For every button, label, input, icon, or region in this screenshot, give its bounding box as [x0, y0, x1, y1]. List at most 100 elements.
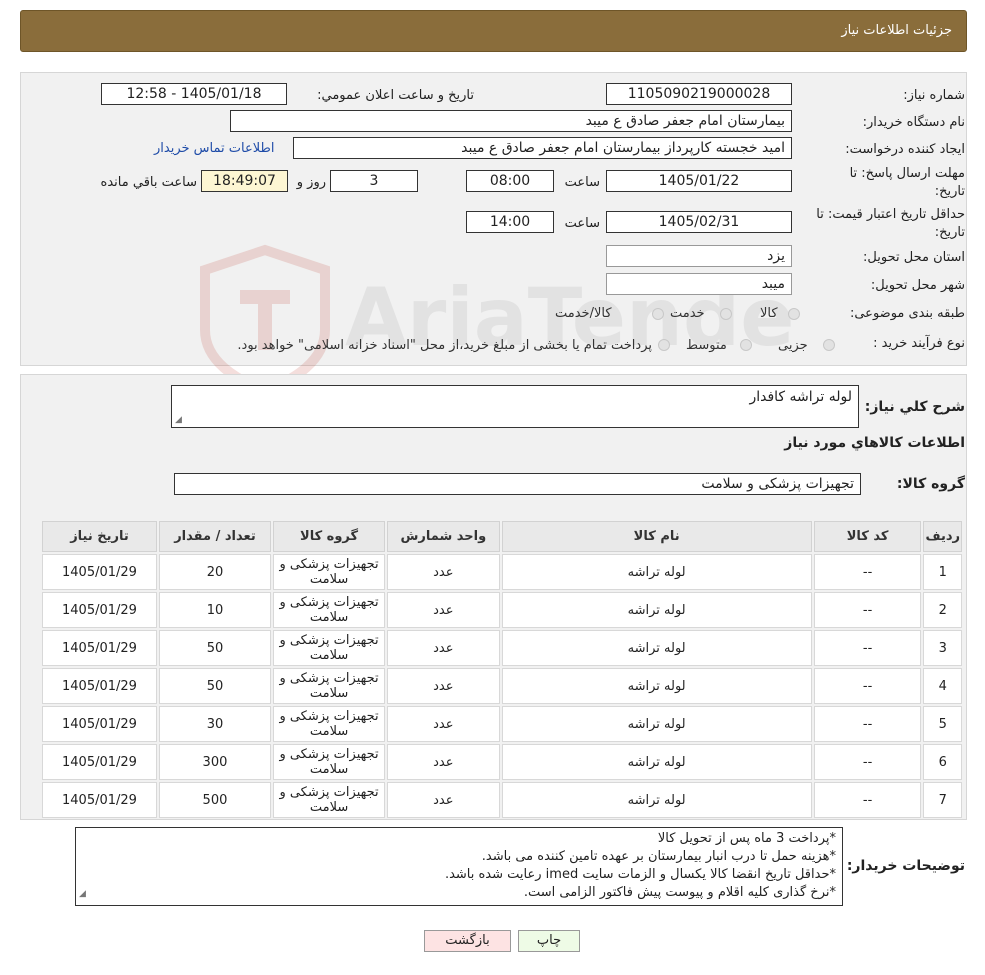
category-radio-service[interactable]: [720, 308, 732, 320]
cell-n: 1: [923, 554, 962, 590]
table-row: 7 -- لوله تراشه عدد تجهیزات پزشکی و سلامت 500…: [42, 782, 962, 818]
cell-group: تجهیزات پزشکی و سلامت: [272, 744, 386, 780]
validity-time-label: ساعت: [564, 216, 600, 231]
table-row: 6 -- لوله تراشه عدد تجهیزات پزشکی و سلامت 300…: [42, 744, 962, 780]
note-line: *نرخ گذاری کلیه اقلام و پیوست پیش فاکتور…: [523, 885, 836, 900]
cell-name: لوله تراشه: [501, 554, 812, 590]
resize-grip-icon[interactable]: ◢: [79, 885, 86, 903]
print-button[interactable]: چاپ: [518, 930, 580, 952]
cell-unit: عدد: [387, 554, 500, 590]
deadline-time-label: ساعت: [564, 175, 600, 190]
goods-info-title: اطلاعات کالاهاي مورد نياز: [784, 435, 965, 451]
cell-group: تجهیزات پزشکی و سلامت: [272, 592, 386, 628]
city-field: میبد: [606, 273, 792, 295]
category-radio-goods[interactable]: [788, 308, 800, 320]
cell-unit: عدد: [387, 744, 500, 780]
cell-code: --: [813, 668, 922, 704]
cell-qty: 30: [158, 706, 271, 742]
purchase-radio-medium[interactable]: [740, 339, 752, 351]
cell-date: 1405/01/29: [42, 592, 157, 628]
cell-n: 5: [923, 706, 962, 742]
buyer-org-field: بیمارستان امام جعفر صادق ع میبد: [230, 110, 792, 132]
items-table: رديف کد کالا نام کالا واحد شمارش گروه کا…: [40, 519, 964, 820]
note-line: *حداقل تاریخ انقضا کالا یکسال و الزمات س…: [444, 867, 836, 882]
cell-name: لوله تراشه: [501, 592, 812, 628]
cell-n: 3: [923, 630, 962, 666]
deadline-time-field: 08:00: [466, 170, 554, 192]
cell-name: لوله تراشه: [501, 706, 812, 742]
cell-code: --: [813, 782, 922, 818]
buyer-notes-label: توضيحات خريدار:: [846, 858, 965, 874]
table-header-row: رديف کد کالا نام کالا واحد شمارش گروه کا…: [42, 521, 962, 552]
cell-qty: 50: [158, 668, 271, 704]
summary-text: لوله تراشه کافدار: [749, 389, 852, 405]
validity-label-date: تاريخ:: [934, 225, 965, 240]
cell-unit: عدد: [387, 592, 500, 628]
validity-time-field: 14:00: [466, 211, 554, 233]
creator-field: امید خجسته کارپرداز بیمارستان امام جعفر …: [293, 137, 792, 159]
cell-date: 1405/01/29: [42, 706, 157, 742]
table-row: 1 -- لوله تراشه عدد تجهیزات پزشکی و سلامت 20 1…: [42, 554, 962, 590]
cell-group: تجهیزات پزشکی و سلامت: [272, 706, 386, 742]
buyer-org-label: نام دستگاه خريدار:: [862, 115, 965, 130]
back-button[interactable]: بازگشت: [424, 930, 511, 952]
purchase-radio-treasury[interactable]: [658, 339, 670, 351]
cell-group: تجهیزات پزشکی و سلامت: [272, 782, 386, 818]
cell-name: لوله تراشه: [501, 668, 812, 704]
cell-n: 4: [923, 668, 962, 704]
table-row: 4 -- لوله تراشه عدد تجهیزات پزشکی و سلامت 50 1…: [42, 668, 962, 704]
col-date: تاريخ نياز: [42, 521, 157, 552]
cell-group: تجهیزات پزشکی و سلامت: [272, 668, 386, 704]
purchase-radio-minor[interactable]: [823, 339, 835, 351]
category-label: طبقه بندی موضوعی:: [849, 306, 965, 321]
creator-label: ايجاد كننده درخواست:: [845, 142, 965, 157]
buyer-contact-link[interactable]: اطلاعات تماس خريدار: [154, 141, 274, 156]
col-unit: واحد شمارش: [387, 521, 500, 552]
goods-group-field: تجهیزات پزشکی و سلامت: [174, 473, 861, 495]
goods-group-label: گروه کالا:: [896, 476, 965, 492]
deadline-date-field: 1405/01/22: [606, 170, 792, 192]
cell-name: لوله تراشه: [501, 744, 812, 780]
cell-date: 1405/01/29: [42, 744, 157, 780]
cell-unit: عدد: [387, 706, 500, 742]
cell-group: تجهیزات پزشکی و سلامت: [272, 630, 386, 666]
page-header: جزئیات اطلاعات نیاز: [20, 10, 967, 52]
page-title: جزئیات اطلاعات نیاز: [841, 23, 952, 38]
table-row: 2 -- لوله تراشه عدد تجهیزات پزشکی و سلامت 10 1…: [42, 592, 962, 628]
cell-name: لوله تراشه: [501, 782, 812, 818]
category-radio-goods-service[interactable]: [652, 308, 664, 320]
purchase-type-label: نوع فرآیند خرید :: [873, 336, 965, 351]
cell-date: 1405/01/29: [42, 630, 157, 666]
need-number-label: شماره نیاز:: [903, 88, 965, 103]
cell-date: 1405/01/29: [42, 554, 157, 590]
cell-group: تجهیزات پزشکی و سلامت: [272, 554, 386, 590]
cell-unit: عدد: [387, 782, 500, 818]
purchase-option-medium: متوسط: [686, 338, 727, 353]
summary-label: شرح كلي نياز:: [864, 399, 965, 415]
note-line: *هزینه حمل تا درب انبار بیمارستان بر عهد…: [481, 849, 836, 864]
days-label: روز و: [296, 175, 326, 190]
cell-code: --: [813, 592, 922, 628]
purchase-note: پرداخت تمام یا بخشی از مبلغ خرید،از محل …: [237, 338, 652, 353]
validity-label: حداقل تاريخ اعتبار قيمت: تا: [816, 207, 965, 222]
cell-date: 1405/01/29: [42, 668, 157, 704]
summary-textarea: لوله تراشه کافدار ◢: [171, 385, 859, 428]
cell-qty: 10: [158, 592, 271, 628]
cell-n: 2: [923, 592, 962, 628]
cell-date: 1405/01/29: [42, 782, 157, 818]
col-name: نام کالا: [501, 521, 812, 552]
cell-qty: 50: [158, 630, 271, 666]
need-number-field: 1105090219000028: [606, 83, 792, 105]
validity-date-field: 1405/02/31: [606, 211, 792, 233]
cell-qty: 500: [158, 782, 271, 818]
col-qty: تعداد / مقدار: [158, 521, 271, 552]
buyer-notes-textarea: *پرداخت 3 ماه پس از تحویل کالا *هزینه حم…: [75, 827, 843, 906]
remaining-time-label: ساعت باقي مانده: [100, 175, 197, 190]
province-label: استان محل تحويل:: [863, 250, 965, 265]
col-group: گروه کالا: [272, 521, 386, 552]
cell-code: --: [813, 744, 922, 780]
table-row: 5 -- لوله تراشه عدد تجهیزات پزشکی و سلامت 30 1…: [42, 706, 962, 742]
category-option-goods-service: کالا/خدمت: [555, 306, 612, 321]
remaining-time-field: 18:49:07: [201, 170, 288, 192]
resize-grip-icon[interactable]: ◢: [175, 415, 182, 425]
